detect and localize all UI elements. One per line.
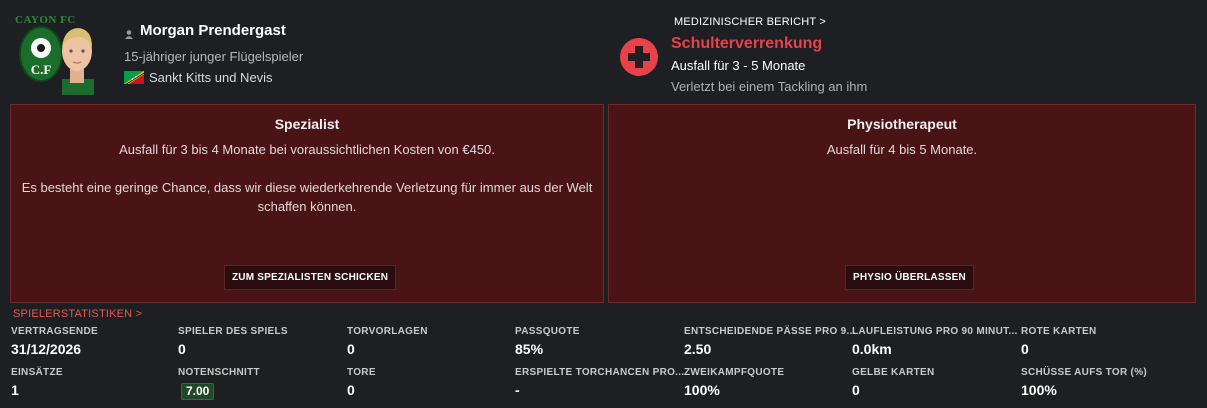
- stat-distance: LAUFLEISTUNG PRO 90 MINUT... 0.0km: [852, 326, 1018, 357]
- nationality-text: Sankt Kitts und Nevis: [149, 70, 273, 85]
- stat-shots-on-target: SCHÜSSE AUFS TOR (%) 100%: [1021, 367, 1148, 398]
- stat-contract-end: VERTRAGSENDE 31/12/2026: [11, 326, 98, 357]
- specialist-description: Ausfall für 3 bis 4 Monate bei voraussic…: [11, 140, 603, 216]
- medical-cross-icon: [619, 37, 659, 77]
- player-header: C.F CAYON FC Morgan Prendergast 15-jähri…: [0, 0, 1207, 100]
- leave-to-physio-button[interactable]: PHYSIO ÜBERLASSEN: [845, 265, 974, 290]
- stat-tackle-ratio: ZWEIKAMPFQUOTE 100%: [684, 367, 785, 398]
- physio-description: Ausfall für 4 bis 5 Monate.: [609, 140, 1195, 159]
- stat-key-passes: ENTSCHEIDENDE PÄSSE PRO 9... 2.50: [684, 326, 856, 357]
- specialist-line1: Ausfall für 3 bis 4 Monate bei voraussic…: [119, 142, 495, 157]
- physio-title: Physiotherapeut: [847, 116, 957, 132]
- stat-player-of-match: SPIELER DES SPIELS 0: [178, 326, 288, 357]
- player-stats-link[interactable]: SPIELERSTATISTIKEN >: [13, 308, 142, 320]
- specialist-panel: Spezialist Ausfall für 3 bis 4 Monate be…: [10, 104, 604, 303]
- send-to-specialist-button[interactable]: ZUM SPEZIALISTEN SCHICKEN: [224, 265, 397, 290]
- stat-yellow-cards: GELBE KARTEN 0: [852, 367, 935, 398]
- specialist-title: Spezialist: [274, 116, 340, 132]
- stat-chances-created: ERSPIELTE TORCHANCEN PRO... -: [515, 367, 685, 398]
- player-description: 15-jähriger junger Flügelspieler: [124, 49, 304, 64]
- rating-badge: 7.00: [181, 383, 215, 400]
- physio-panel: Physiotherapeut Ausfall für 4 bis 5 Mona…: [608, 104, 1196, 303]
- stat-goals: TORE 0: [347, 367, 376, 398]
- stat-assists: TORVORLAGEN 0: [347, 326, 428, 357]
- medical-report-link[interactable]: MEDIZINISCHER BERICHT >: [674, 16, 826, 28]
- stat-appearances: EINSÄTZE 1: [11, 367, 63, 398]
- player-name-text: Morgan Prendergast: [140, 22, 286, 39]
- stat-red-cards: ROTE KARTEN 0: [1021, 326, 1097, 357]
- player-avatar[interactable]: [52, 17, 102, 95]
- stat-pass-ratio: PASSQUOTE 85%: [515, 326, 580, 357]
- nation-flag-icon: [124, 71, 144, 84]
- stat-average-rating: NOTENSCHNITT 7.00: [178, 367, 260, 400]
- injury-title: Schulterverrenkung: [671, 35, 823, 52]
- injury-duration: Ausfall für 3 - 5 Monate: [671, 58, 806, 73]
- physio-line1: Ausfall für 4 bis 5 Monate.: [826, 142, 978, 157]
- svg-text:C.F: C.F: [31, 62, 52, 77]
- player-name[interactable]: Morgan Prendergast: [124, 22, 286, 39]
- injury-cause: Verletzt bei einem Tackling an ihm: [671, 79, 868, 94]
- player-nationality[interactable]: Sankt Kitts und Nevis: [124, 70, 273, 85]
- specialist-line2: Es besteht eine geringe Chance, dass wir…: [21, 180, 593, 214]
- person-icon: [124, 26, 134, 39]
